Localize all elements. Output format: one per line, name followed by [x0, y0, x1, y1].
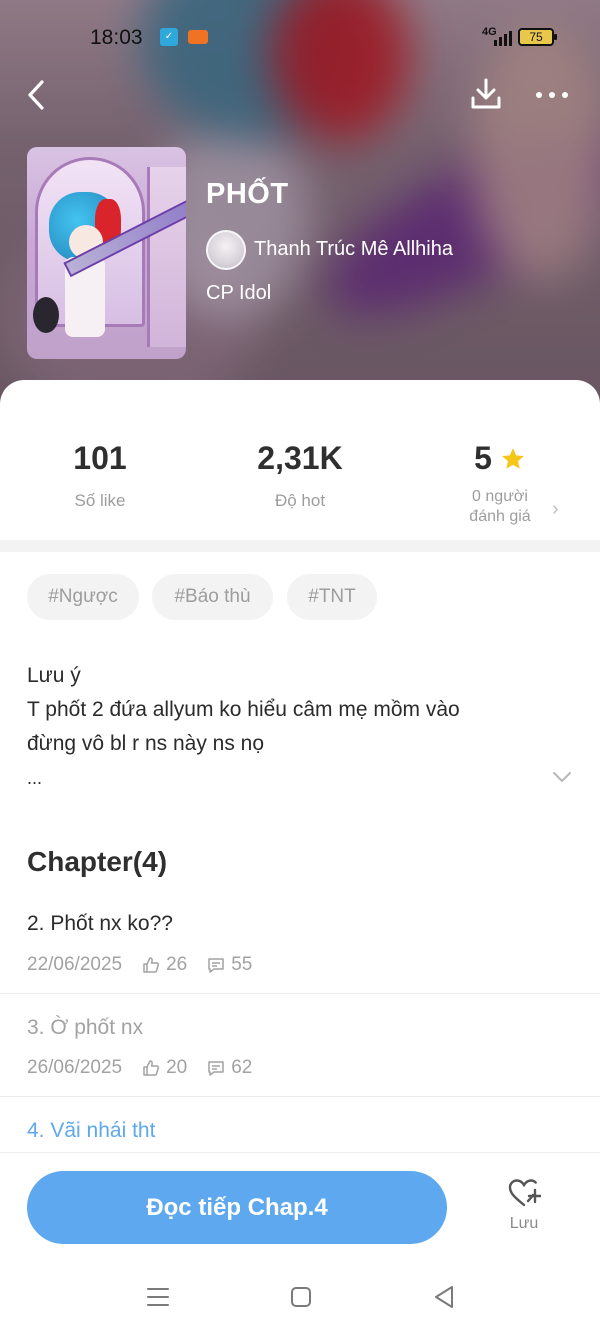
- continue-reading-button[interactable]: Đọc tiếp Chap.4: [27, 1171, 447, 1244]
- hot-count: 2,31K: [257, 440, 343, 476]
- download-icon: [471, 78, 501, 109]
- description-line: Lưu ý: [27, 664, 81, 687]
- thumb-up-icon: [143, 957, 160, 973]
- chevron-down-icon[interactable]: [552, 770, 572, 784]
- tag-chip[interactable]: #Ngược: [27, 574, 139, 620]
- cover-image: [27, 147, 186, 359]
- nav-back-icon[interactable]: [432, 1284, 456, 1310]
- menu-icon[interactable]: [146, 1286, 170, 1308]
- more-options-button[interactable]: [532, 82, 572, 108]
- status-bar: 18:03 ✓ 4G 75: [0, 22, 600, 56]
- signal-icon: [494, 30, 512, 46]
- chapter-meta: 26/06/2025 20 62: [27, 1057, 252, 1079]
- chapter-comments: 62: [231, 1057, 253, 1078]
- chapter-item-current[interactable]: 4. Vãi nhái tht: [0, 1104, 600, 1152]
- hot-label: Độ hot: [274, 491, 326, 510]
- comment-icon: [208, 1061, 224, 1076]
- chapter-item[interactable]: 2. Phốt nx ko?? 22/06/2025 26 55: [0, 900, 600, 994]
- comment-icon: [208, 958, 224, 973]
- novel-title: PHỐT: [206, 178, 289, 210]
- rating-value: 5: [474, 440, 492, 476]
- tag-chip[interactable]: #TNT: [287, 574, 377, 620]
- chapter-date: 26/06/2025: [27, 1057, 123, 1078]
- save-button[interactable]: Lưu: [496, 1177, 552, 1247]
- download-button[interactable]: [468, 76, 504, 112]
- chapter-meta: 22/06/2025 26 55: [27, 954, 252, 976]
- likes-count: 101: [73, 440, 127, 476]
- category-label[interactable]: CP Idol: [206, 282, 271, 305]
- chapter-likes: 20: [166, 1057, 188, 1078]
- back-button[interactable]: [20, 78, 54, 112]
- chevron-right-icon[interactable]: ›: [552, 498, 559, 521]
- author-avatar[interactable]: [206, 230, 246, 270]
- notification-video-icon: [188, 30, 208, 44]
- chapter-comments: 55: [231, 954, 253, 975]
- chapter-divider: [0, 993, 600, 994]
- star-icon: [502, 447, 524, 469]
- description-line: đừng vô bl r ns này ns nọ: [27, 732, 265, 755]
- tag-chip[interactable]: #Báo thù: [152, 574, 273, 620]
- bottom-action-bar: Đọc tiếp Chap.4 Lưu: [0, 1152, 600, 1262]
- chapter-section-title: Chapter(4): [27, 846, 168, 877]
- back-arrow-icon: [28, 80, 44, 110]
- notification-app-icon: ✓: [160, 28, 178, 46]
- status-time: 18:03: [90, 26, 143, 49]
- chapter-item[interactable]: 3. Ờ phốt nx 26/06/2025 20 62: [0, 1000, 600, 1097]
- save-label: Lưu: [509, 1215, 539, 1232]
- chapter-divider: [0, 1096, 600, 1097]
- stat-likes: 101 Số like: [0, 440, 200, 511]
- section-divider: [0, 540, 600, 552]
- chapter-likes: 26: [166, 954, 188, 975]
- stat-rating[interactable]: 5 0 người đánh giá: [400, 440, 600, 527]
- chapter-date: 22/06/2025: [27, 954, 123, 975]
- home-icon[interactable]: [290, 1286, 312, 1308]
- chapter-title: 4. Vãi nhái tht: [27, 1119, 156, 1142]
- system-nav-bar: [0, 1262, 600, 1333]
- more-icon: [536, 92, 542, 98]
- author-name[interactable]: Thanh Trúc Mê Allhiha: [254, 238, 453, 261]
- likes-label: Số like: [74, 491, 126, 510]
- battery-icon: 75: [518, 28, 557, 46]
- rating-label-line2: đánh giá: [469, 508, 531, 525]
- heart-plus-icon: [508, 1179, 541, 1207]
- rating-label-line1: 0 người: [472, 488, 528, 505]
- chapter-title: 2. Phốt nx ko??: [27, 912, 173, 935]
- thumb-up-icon: [143, 1060, 160, 1076]
- description-ellipsis: ...: [27, 768, 43, 788]
- stat-hot: 2,31K Độ hot: [200, 440, 400, 511]
- chapter-title: 3. Ờ phốt nx: [27, 1016, 144, 1039]
- description-line: T phốt 2 đứa allyum ko hiểu câm mẹ mồm v…: [27, 698, 460, 721]
